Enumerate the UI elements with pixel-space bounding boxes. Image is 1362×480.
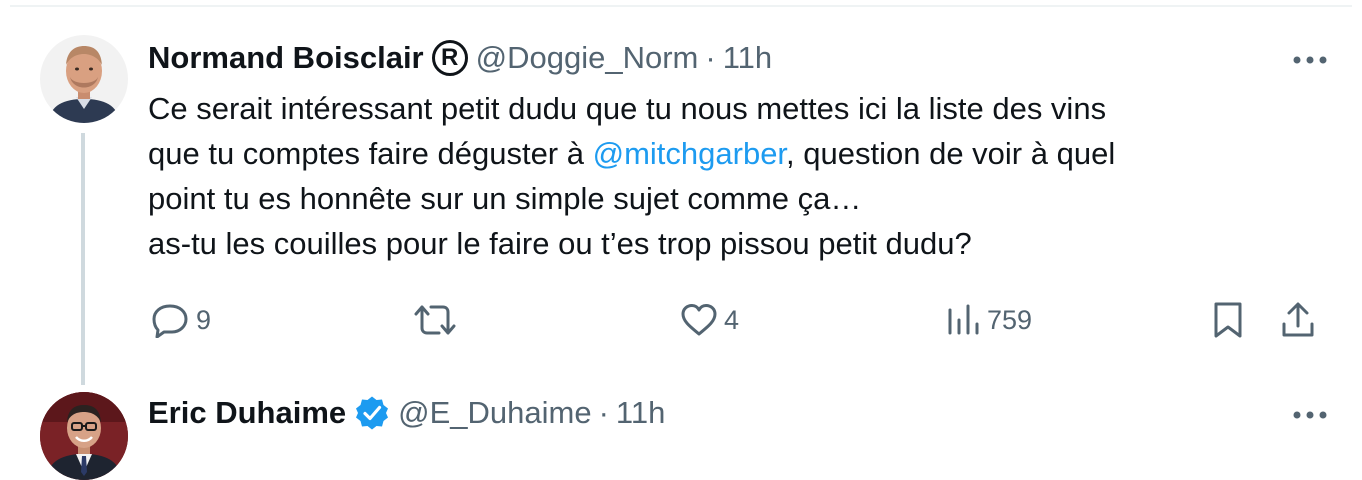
thread-connector-line (81, 133, 85, 385)
more-horizontal-icon (1293, 56, 1327, 64)
mention-link[interactable]: @mitchgarber (593, 136, 786, 171)
retweet-icon (414, 305, 456, 335)
avatar-photo (40, 392, 128, 480)
bookmark-icon (1214, 302, 1242, 338)
tweet[interactable]: Normand Boisclair R @Doggie_Norm · 11h C… (0, 0, 1362, 385)
reply-button[interactable]: 9 (150, 298, 211, 342)
separator-dot: · (598, 395, 609, 430)
bookmark-button[interactable] (1211, 298, 1245, 342)
user-handle[interactable]: @Doggie_Norm (476, 38, 699, 78)
display-name[interactable]: Normand Boisclair (148, 38, 424, 78)
tweet[interactable]: Eric Duhaime @E_Duhaime · 11h (0, 385, 1362, 480)
verified-badge-icon (354, 395, 390, 431)
reply-count: 9 (196, 304, 212, 335)
tweet-actions-bar: 9 4 759 (0, 298, 1362, 342)
like-button[interactable]: 4 (680, 298, 739, 342)
more-horizontal-icon (1293, 411, 1327, 419)
tweet-text: Ce serait intéressant petit dudu que tu … (148, 86, 1278, 266)
separator-dot: · (705, 40, 716, 75)
retweet-button[interactable] (413, 298, 463, 342)
avatar[interactable] (40, 392, 128, 480)
heart-icon (681, 304, 717, 336)
more-options-button[interactable] (1290, 403, 1330, 427)
user-handle[interactable]: @E_Duhaime (398, 393, 591, 433)
tweet-header: Normand Boisclair R @Doggie_Norm · 11h (148, 38, 772, 78)
avatar[interactable] (40, 35, 128, 123)
tweet-header: Eric Duhaime @E_Duhaime · 11h (148, 393, 665, 433)
reply-icon (152, 304, 188, 338)
avatar-photo (40, 35, 128, 123)
timestamp[interactable]: 11h (616, 393, 665, 433)
timestamp[interactable]: 11h (723, 38, 772, 78)
share-button[interactable] (1280, 298, 1316, 342)
share-icon (1282, 302, 1314, 337)
like-count: 4 (724, 304, 740, 335)
views-icon (948, 304, 979, 335)
views-count: 759 (987, 304, 1033, 335)
more-options-button[interactable] (1290, 48, 1330, 72)
views-button[interactable]: 759 (945, 298, 1032, 342)
affiliation-badge-icon: R (431, 40, 468, 76)
display-name[interactable]: Eric Duhaime (148, 393, 346, 433)
